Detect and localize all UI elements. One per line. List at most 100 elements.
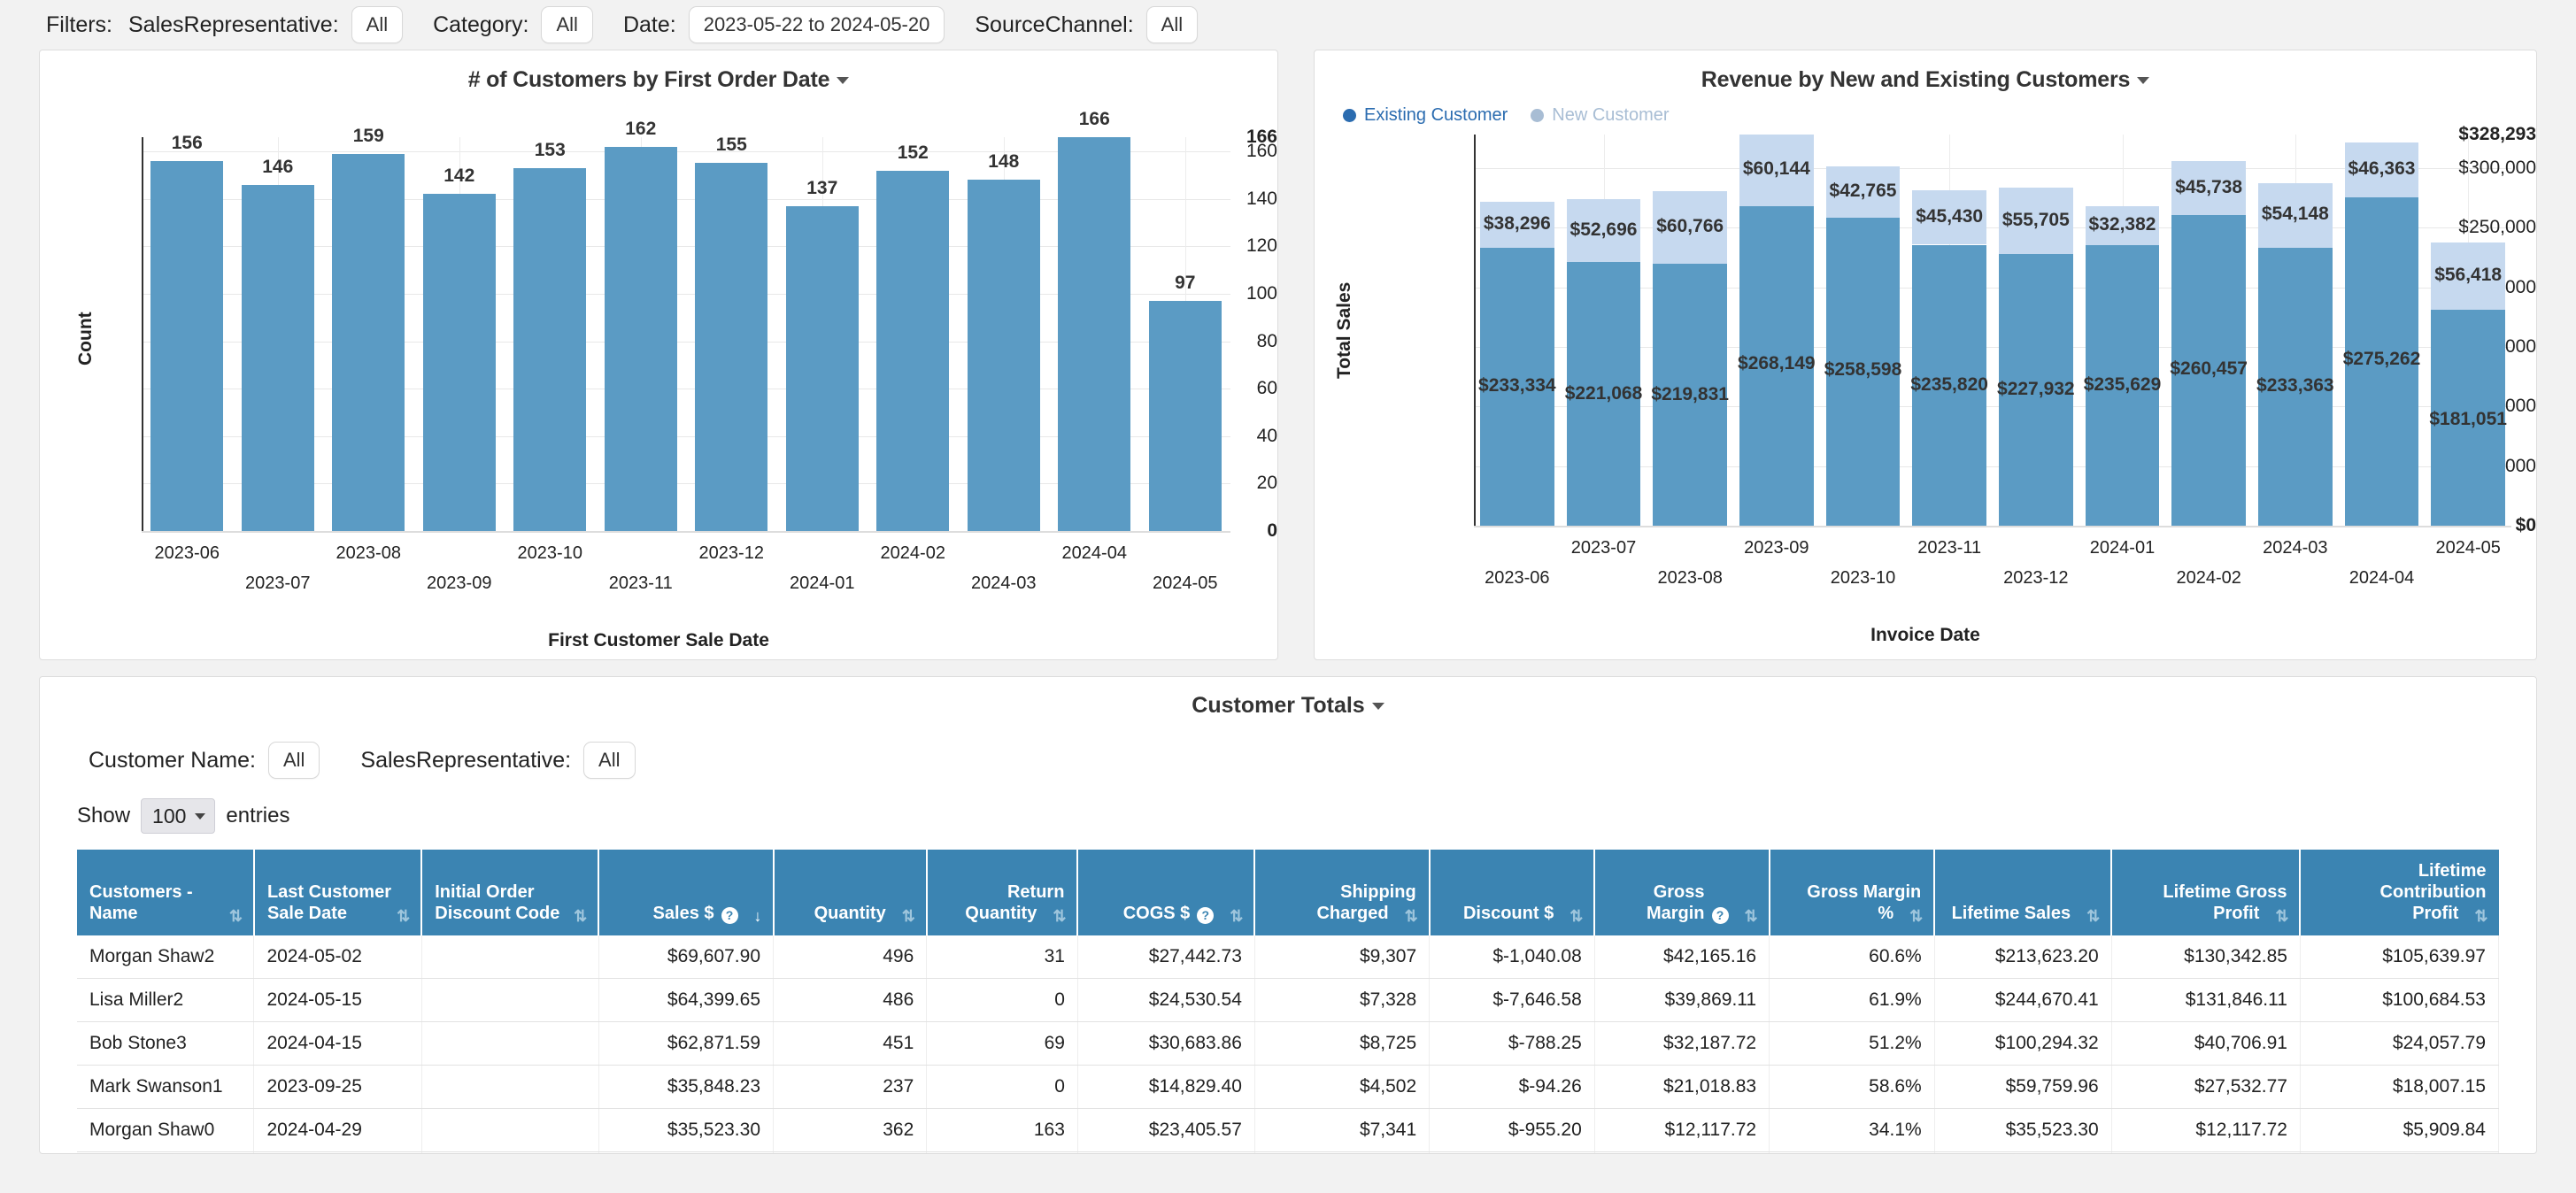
table-cell: $42,165.16 [1594,935,1770,979]
bar-customers-2024-05[interactable] [1148,300,1222,531]
sort-toggle-icon[interactable]: ⇅ [1405,908,1418,924]
chart-title-revenue[interactable]: Revenue by New and Existing Customers [1315,50,2536,93]
table-row[interactable]: Lisa Miller2 2024-05-15 $64,399.65 486 0 $24,… [77,978,2500,1022]
filter-category: Category: All [433,6,593,43]
table-header-lifetime-sales[interactable]: Lifetime Sales ⇅ [1934,850,2113,935]
table-row[interactable]: Morgan Shaw2 2024-05-02 $69,607.90 496 31 $27… [77,935,2500,979]
table-row[interactable]: Mark Swanson1 2023-09-25 $35,848.23 237 0 $14… [77,1065,2500,1109]
entries-per-page-value: 100 [152,804,187,827]
bar-customers-2023-09[interactable] [422,194,496,531]
chevron-down-icon[interactable] [1371,703,1384,711]
customer-totals-title[interactable]: Customer Totals [40,677,2536,719]
bar-customers-2023-08[interactable] [332,153,405,531]
legend-label-existing: Existing Customer [1364,105,1508,125]
table-cell: Carl Schroeder2 [77,1151,255,1153]
table-cell [421,978,599,1022]
table-cell: Lisa Miller2 [77,978,255,1022]
sort-toggle-icon[interactable]: ⇅ [1053,908,1066,924]
table-header-lifetime-gross-profit[interactable]: Lifetime Gross Profit ⇅ [2111,850,2302,935]
sort-toggle-icon[interactable]: ⇅ [2474,908,2487,924]
header-line: Last Customer [266,882,391,902]
sort-toggle-icon[interactable]: ⇅ [2086,908,2100,924]
sort-toggle-icon[interactable]: ⇅ [397,908,410,924]
filter-salesrepresentative-value[interactable]: All [351,6,404,43]
table-cell: 2023-09-25 [253,1065,422,1109]
bar-value-label-existing: $268,149 [1738,353,1816,374]
bar-customers-2023-06[interactable] [150,160,224,531]
header-line: Quantity [814,904,886,923]
filter-category-value[interactable]: All [541,6,593,43]
bar-value-label: 155 [715,135,747,156]
table-header-initial-order-discount-code[interactable]: Initial Order Discount Code ⇅ [421,850,600,935]
sort-toggle-icon[interactable]: ⇅ [1909,908,1923,924]
bar-customers-2024-01[interactable] [785,205,859,531]
table-header-cogs[interactable]: COGS $? ⇅ [1077,850,1256,935]
table-row[interactable]: Bob Stone3 2024-04-15 $62,871.59 451 69 $30,6… [77,1021,2500,1066]
table-header-customers-name[interactable]: Customers - Name ⇅ [77,850,255,935]
help-icon[interactable]: ? [1197,907,1215,924]
bar-value-label-existing: $235,629 [2083,373,2162,395]
chart-title-customers[interactable]: # of Customers by First Order Date [40,50,1277,93]
filter-customer-name-label: Customer Name: [89,747,256,773]
table-header-sales[interactable]: Sales $? ↓ [598,850,775,935]
chevron-down-icon[interactable] [2137,77,2150,85]
help-icon[interactable]: ? [1711,907,1729,924]
panel-revenue-new-existing: Revenue by New and Existing Customers Ex… [1314,50,2537,660]
table-header-shipping-charged[interactable]: Shipping Charged ⇅ [1254,850,1431,935]
bar-customers-2023-10[interactable] [513,167,587,531]
header-label: Lifetime Contribution Profit ⇅ [2313,860,2488,924]
bar-value-label-existing: $235,820 [1910,373,1988,395]
table-row[interactable]: Morgan Shaw0 2024-04-29 $35,523.30 362 163 $2… [77,1108,2500,1152]
table-header-quantity[interactable]: Quantity ⇅ [773,850,928,935]
filter-totals-salesrepresentative-value[interactable]: All [583,742,636,779]
entries-per-page-select[interactable]: 100 [141,798,216,834]
sort-toggle-icon[interactable]: ⇅ [574,908,587,924]
chart-legend-revenue: Existing Customer New Customer [1315,93,2536,126]
header-line: Sales $ [652,904,714,923]
sort-toggle-icon[interactable]: ⇅ [1570,908,1583,924]
chevron-down-icon[interactable] [837,77,850,85]
x-axis-tick: 2023-11 [1917,538,1982,558]
table-header-discount[interactable]: Discount $ ⇅ [1429,850,1596,935]
table-header-lifetime-contribution-profit[interactable]: Lifetime Contribution Profit ⇅ [2300,850,2499,935]
bar-value-label-existing: $260,457 [2170,358,2248,379]
bar-customers-2023-11[interactable] [604,146,677,531]
bar-customers-2023-07[interactable] [241,184,314,531]
filter-date-value[interactable]: 2023-05-22 to 2024-05-20 [688,6,945,43]
show-entries-control: Show 100 entries [40,779,2536,834]
sort-toggle-icon[interactable]: ⇅ [1745,908,1758,924]
sort-toggle-icon[interactable]: ⇅ [229,908,243,924]
legend-item-existing-customer[interactable]: Existing Customer [1343,105,1508,126]
help-icon[interactable]: ? [721,907,738,924]
bar-customers-2024-03[interactable] [967,180,1040,531]
legend-item-new-customer[interactable]: New Customer [1531,105,1670,126]
sort-toggle-icon[interactable]: ⇅ [2275,908,2288,924]
table-cell [421,1108,599,1152]
sort-toggle-icon[interactable]: ⇅ [902,908,915,924]
bar-customers-2024-02[interactable] [876,170,950,531]
table-header-last-customer-sale-date[interactable]: Last Customer Sale Date ⇅ [253,850,423,935]
table-cell: $105,639.97 [2300,935,2500,979]
x-axis-title-customers: First Customer Sale Date [548,630,769,650]
filter-salesrepresentative-label: SalesRepresentative: [128,12,339,37]
filter-totals-salesrepresentative-label: SalesRepresentative: [360,747,572,773]
filter-customer-name-value[interactable]: All [267,742,320,779]
filter-sourcechannel-value[interactable]: All [1145,6,1199,43]
table-cell: $7,328 [1254,978,1431,1022]
panel-customers-by-first-order: # of Customers by First Order Date Count… [39,50,1278,660]
legend-label-new: New Customer [1552,105,1670,125]
table-header-gross-margin[interactable]: Gross Margin? ⇅ [1594,850,1770,935]
table-cell: $-94.26 [1429,1065,1595,1109]
y-axis-tick: 140 [1246,188,1277,209]
bar-customers-2024-04[interactable] [1058,137,1131,531]
sort-descending-icon[interactable]: ↓ [754,908,762,924]
table-header-return-quantity[interactable]: Return Quantity ⇅ [926,850,1079,935]
sort-toggle-icon[interactable]: ⇅ [1230,908,1243,924]
bar-customers-2023-12[interactable] [695,163,768,531]
header-line: Profit [2412,904,2459,923]
table-row[interactable]: Carl Schroeder22023-11-09$31,633.132540$… [77,1151,2500,1153]
table-cell: 0 [926,978,1078,1022]
table-header-gross-margin[interactable]: Gross Margin% ⇅ [1769,850,1936,935]
show-entries-prefix: Show [77,804,131,827]
table-cell: 2024-04-29 [253,1108,422,1152]
